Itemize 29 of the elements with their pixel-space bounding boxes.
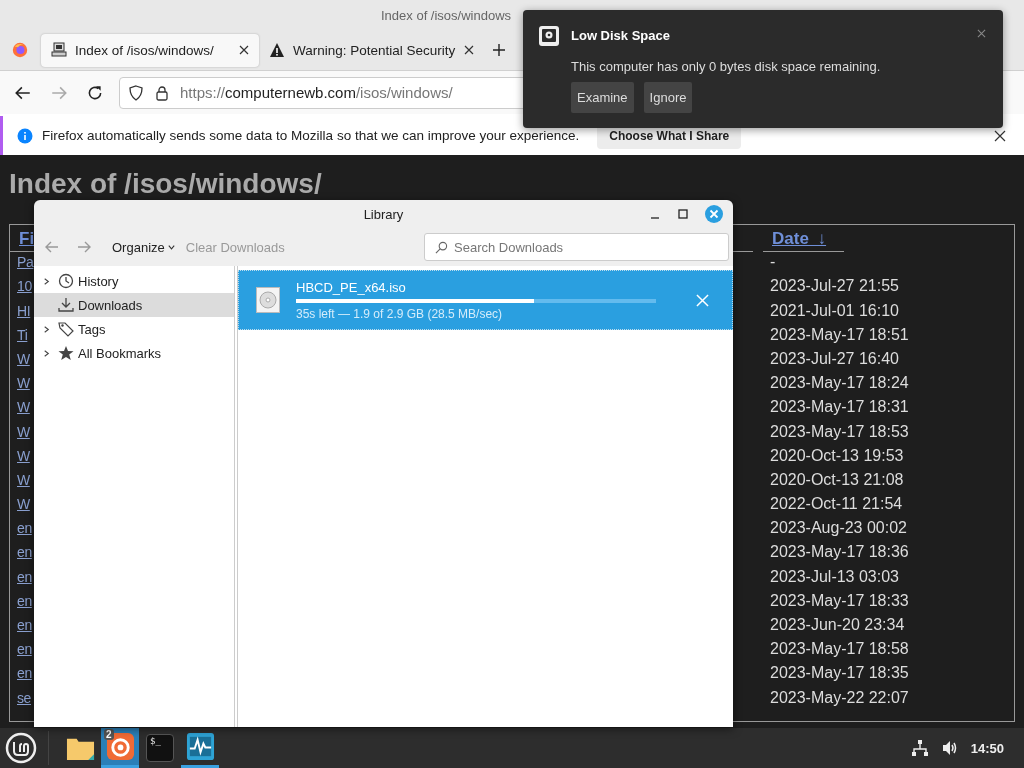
date-cell: 2023-Jun-20 23:34 <box>770 616 905 633</box>
window-title: Index of /isos/windows <box>381 7 512 23</box>
date-cell: 2023-Jul-27 21:55 <box>770 277 899 295</box>
notification-title: Low Disk Space <box>571 28 671 43</box>
window-count-badge: 2 <box>104 729 114 740</box>
date-cell: 2023-May-17 18:33 <box>770 591 909 609</box>
date-cell: 2020-Oct-13 21:08 <box>770 470 904 488</box>
date-cell: 2023-May-17 18:58 <box>770 640 909 658</box>
date-cell: 2023-Jul-27 16:40 <box>770 349 899 367</box>
date-cell: 2023-May-17 18:35 <box>770 664 909 682</box>
date-cell: 2023-May-17 18:31 <box>770 398 909 416</box>
date-cell: 2023-Jul-13 03:03 <box>770 567 899 585</box>
date-cell: - <box>770 253 776 271</box>
date-cell: 2023-May-17 18:51 <box>770 325 909 343</box>
terminal-icon: $_ <box>146 734 174 762</box>
date-cell: 2023-Aug-23 00:02 <box>770 519 907 537</box>
download-status: 35s left — 1.9 of 2.9 GB (28.5 MB/sec) <box>296 306 504 321</box>
file-name: HBCD_PE_x64.iso <box>296 279 407 295</box>
date-cell: 2021-Jul-01 16:10 <box>770 301 899 319</box>
window-title: Library <box>363 206 404 222</box>
date-cell: 2023-May-17 18:36 <box>770 543 909 561</box>
date-cell: 2022-Oct-11 21:54 <box>770 495 903 513</box>
date-cell: 2023-May-17 18:53 <box>770 422 909 440</box>
date-cell: 2023-May-17 18:24 <box>770 374 909 392</box>
date-cell: 2023-May-22 22:07 <box>770 688 909 706</box>
notification-message: This computer has only 0 bytes disk space remaining. <box>571 59 881 74</box>
page-heading: Index of /isos/windows/ <box>9 169 322 199</box>
info-message: Firefox automatically sends some data to Mozilla so that we can improve your experience. <box>42 128 580 143</box>
date-cell: 2020-Oct-13 19:53 <box>770 446 904 464</box>
